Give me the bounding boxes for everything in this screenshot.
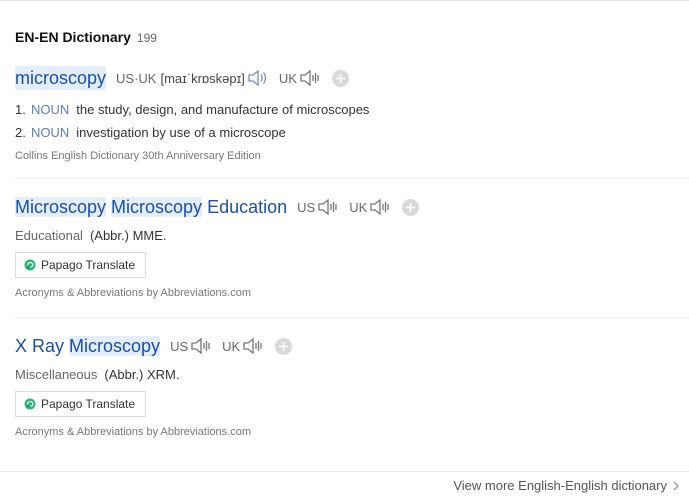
speaker-icon[interactable]	[242, 337, 264, 355]
pron-label-uk: UK	[278, 70, 297, 86]
papago-translate-button[interactable]: Papago Translate	[15, 391, 147, 417]
speaker-icon[interactable]	[190, 337, 212, 355]
abbreviation-text: (Abbr.) XRM.	[104, 367, 180, 382]
headword-highlight: Microscopy	[69, 336, 161, 356]
section-title: EN-EN Dictionary	[15, 29, 131, 45]
headword-link[interactable]: microscopy	[15, 66, 107, 90]
part-of-speech: NOUN	[31, 125, 70, 140]
footer-divider	[0, 471, 689, 472]
pron-label-us: US	[170, 338, 189, 354]
dictionary-source: Acronyms & Abbreviations by Abbreviation…	[15, 426, 252, 438]
chevron-right-icon	[673, 481, 679, 490]
section-header: EN-EN Dictionary 199	[15, 29, 157, 49]
pron-label-uk: UK	[349, 199, 368, 215]
speaker-icon[interactable]	[369, 198, 391, 216]
result-count: 199	[136, 31, 157, 45]
pron-label-uk: UK	[222, 338, 241, 354]
dictionary-entry-x-ray-microscopy: X Ray Microscopy US UK Miscellaneous (Abb…	[15, 334, 689, 438]
pron-label-us: US	[297, 199, 316, 215]
speaker-icon[interactable]	[247, 69, 269, 87]
headword-part: X Ray	[15, 336, 65, 356]
papago-translate-label: Papago Translate	[41, 258, 136, 272]
part-of-speech: NOUN	[31, 102, 70, 117]
headword-link[interactable]: Microscopy Microscopy Education	[15, 195, 287, 219]
pron-label-us-uk: US·UK	[116, 70, 157, 86]
abbreviation-text: (Abbr.) MME.	[89, 228, 167, 243]
category-label: Miscellaneous	[15, 367, 98, 382]
pronunciation-uk: UK	[222, 337, 264, 355]
pronunciation-us-uk: US·UK [maɪˈkrɒskəpɪ]	[116, 69, 269, 87]
definition-number: 2.	[15, 125, 26, 140]
pronunciation-uk: UK	[279, 69, 321, 87]
add-to-wordbook-button[interactable]	[275, 337, 293, 355]
pronunciation-uk: UK	[349, 198, 391, 216]
view-more-link[interactable]: View more English-English dictionary	[453, 478, 679, 493]
definition-text: the study, design, and manufacture of mi…	[76, 102, 370, 117]
papago-icon	[24, 398, 36, 410]
entry-headline: X Ray Microscopy US UK	[15, 334, 689, 358]
speaker-icon[interactable]	[317, 198, 339, 216]
dictionary-entry-microscopy-education: Microscopy Microscopy Education US UK Educ…	[15, 195, 689, 299]
phonetic-transcription: [maɪˈkrɒskəpɪ]	[160, 70, 245, 86]
top-divider	[0, 0, 689, 1]
dictionary-entry-microscopy: microscopy US·UK [maɪˈkrɒskəpɪ] UK 1. NO…	[15, 66, 689, 162]
definition-item: 2. NOUN investigation by use of a micros…	[15, 121, 689, 144]
papago-translate-label: Papago Translate	[41, 397, 136, 411]
dictionary-source: Collins English Dictionary 30th Annivers…	[15, 150, 261, 162]
definition-list: 1. NOUN the study, design, and manufactu…	[15, 98, 689, 144]
category-label: Educational	[15, 228, 83, 243]
add-to-wordbook-button[interactable]	[402, 198, 420, 216]
definition-text: investigation by use of a microscope	[76, 125, 286, 140]
entry-divider	[15, 317, 689, 318]
speaker-icon[interactable]	[299, 69, 321, 87]
definition-number: 1.	[15, 102, 26, 117]
headword-part: Education	[207, 197, 288, 217]
headword-highlight: Microscopy	[111, 197, 203, 217]
entry-divider	[15, 178, 689, 179]
abbreviation-row: Miscellaneous (Abbr.) XRM.	[15, 367, 689, 382]
add-to-wordbook-button[interactable]	[331, 69, 349, 87]
abbreviation-row: Educational (Abbr.) MME.	[15, 228, 689, 243]
entry-headline: Microscopy Microscopy Education US UK	[15, 195, 689, 219]
papago-translate-button[interactable]: Papago Translate	[15, 252, 147, 278]
papago-icon	[24, 259, 36, 271]
pronunciation-us: US	[170, 337, 212, 355]
headword-link[interactable]: X Ray Microscopy	[15, 334, 161, 358]
view-more-label: View more English-English dictionary	[453, 478, 667, 493]
entry-headline: microscopy US·UK [maɪˈkrɒskəpɪ] UK	[15, 66, 689, 90]
pronunciation-us: US	[297, 198, 339, 216]
dictionary-source: Acronyms & Abbreviations by Abbreviation…	[15, 287, 252, 299]
definition-item: 1. NOUN the study, design, and manufactu…	[15, 98, 689, 121]
headword-highlight: Microscopy	[15, 197, 107, 217]
